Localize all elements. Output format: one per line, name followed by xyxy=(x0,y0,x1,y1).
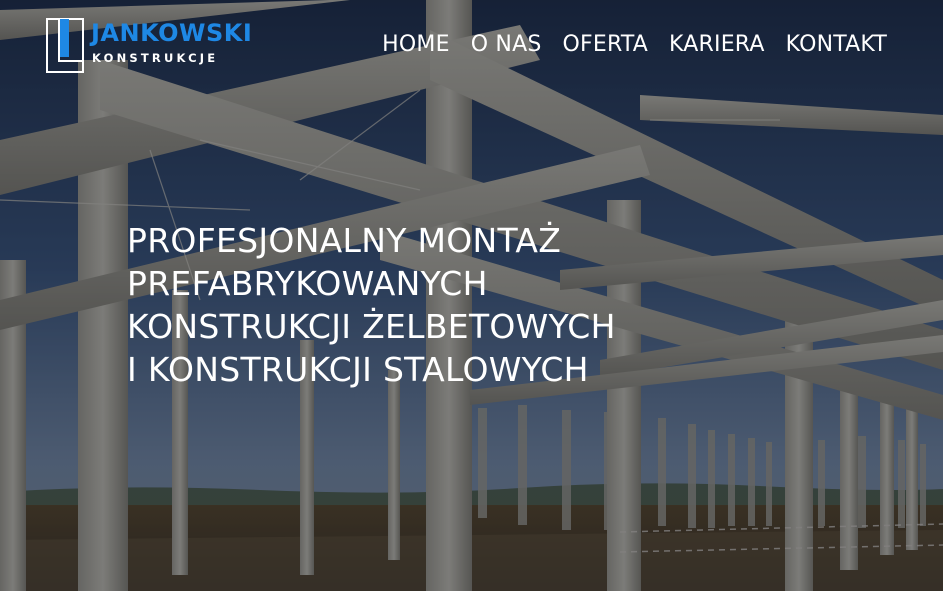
nav-link-kariera[interactable]: KARIERA xyxy=(669,31,765,59)
hero-headline: PROFESJONALNY MONTAŻ PREFABRYKOWANYCH KO… xyxy=(127,219,616,391)
hero-headline-line: PREFABRYKOWANYCH xyxy=(127,264,488,303)
brand-name: JANKOWSKI xyxy=(91,19,253,47)
nav-item-oferta: OFERTA xyxy=(563,31,649,59)
nav-link-kontakt[interactable]: KONTAKT xyxy=(786,31,887,59)
hero-headline-line: KONSTRUKCJI ŻELBETOWYCH xyxy=(127,307,616,346)
nav-link-oferta[interactable]: OFERTA xyxy=(563,31,649,59)
nav-item-o-nas: O NAS xyxy=(471,31,542,59)
logo-link[interactable]: JANKOWSKI KONSTRUKCJE xyxy=(46,18,286,74)
main-nav: HOME O NAS OFERTA KARIERA KONTAKT xyxy=(382,31,887,59)
nav-link-home[interactable]: HOME xyxy=(382,31,450,59)
brand-tagline: KONSTRUKCJE xyxy=(92,51,219,65)
nav-item-kariera: KARIERA xyxy=(669,31,765,59)
hero-headline-line: I KONSTRUKCJI STALOWYCH xyxy=(127,350,589,389)
square-l-logo-icon xyxy=(46,18,84,73)
nav-link-o-nas[interactable]: O NAS xyxy=(471,31,542,59)
nav-item-kontakt: KONTAKT xyxy=(786,31,887,59)
nav-item-home: HOME xyxy=(382,31,450,59)
hero-section: JANKOWSKI KONSTRUKCJE HOME O NAS OFERTA … xyxy=(0,0,943,591)
hero-headline-line: PROFESJONALNY MONTAŻ xyxy=(127,221,562,260)
site-header: JANKOWSKI KONSTRUKCJE HOME O NAS OFERTA … xyxy=(0,0,943,90)
